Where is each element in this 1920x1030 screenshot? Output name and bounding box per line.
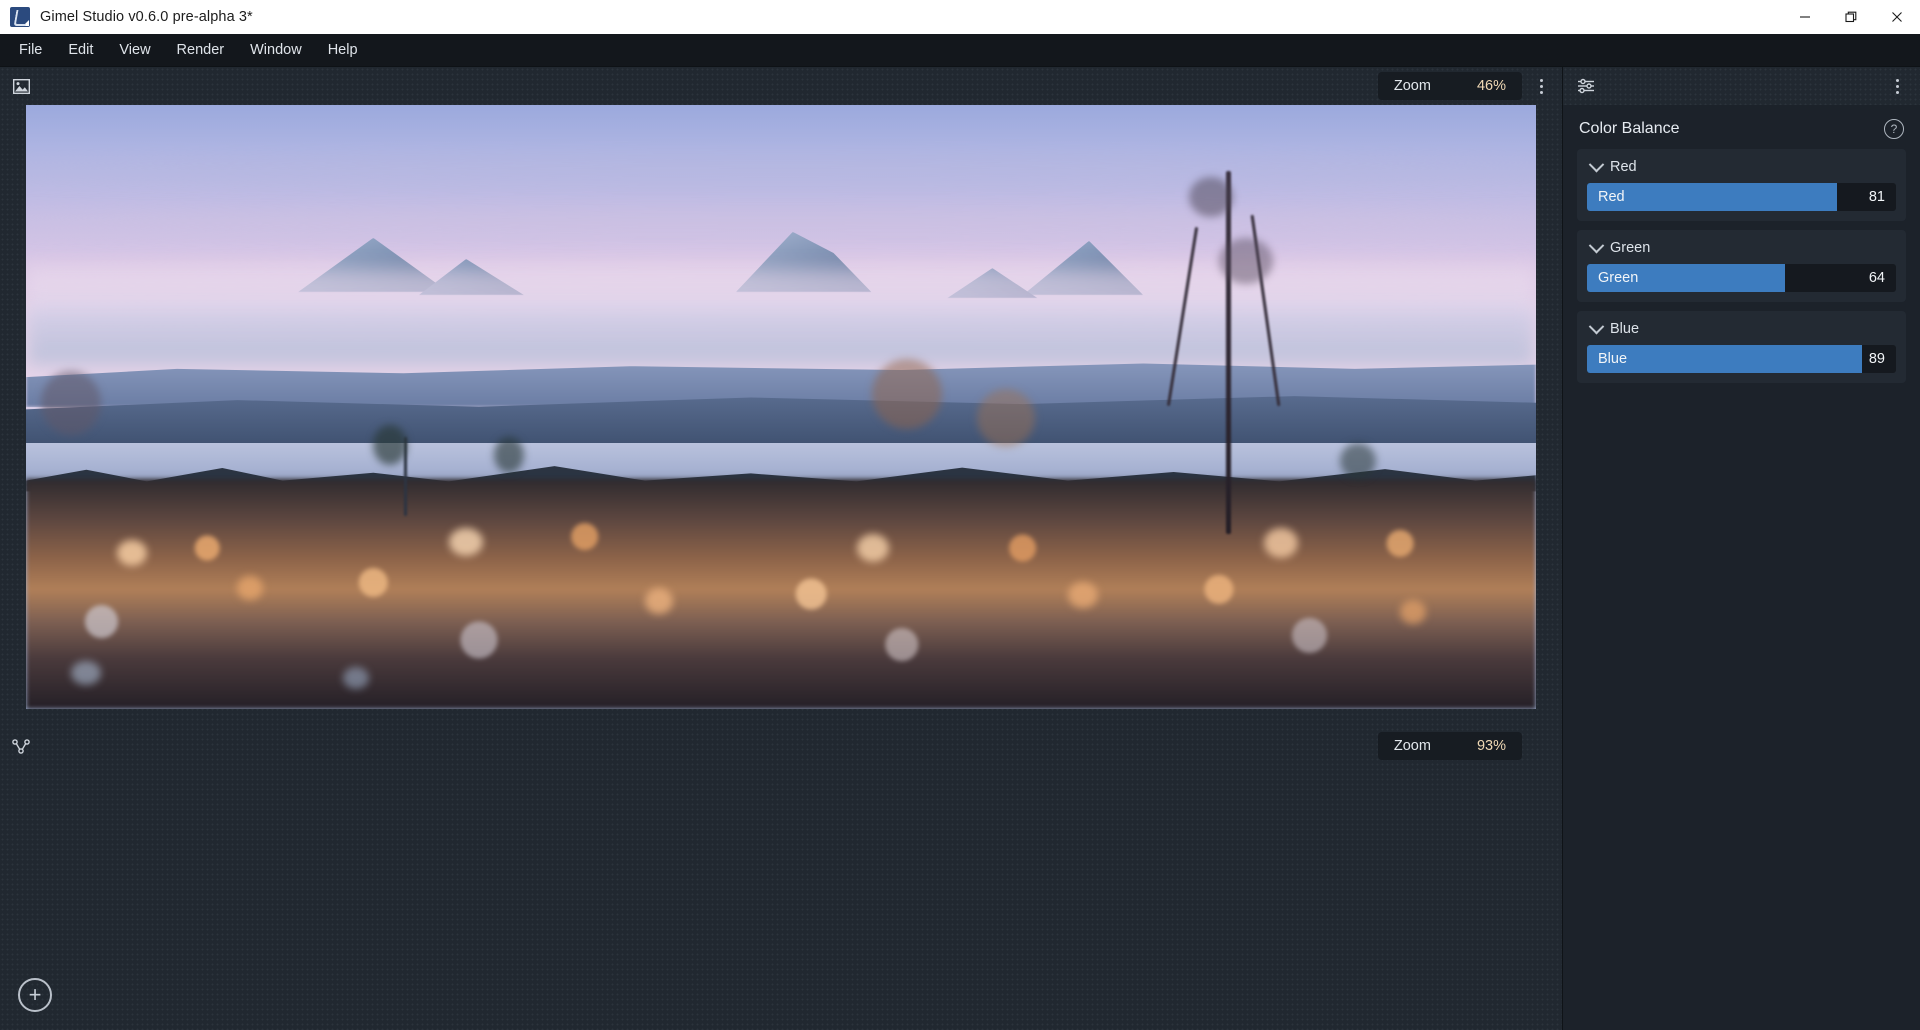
help-circle-icon[interactable]: ? (1884, 119, 1904, 139)
node-editor-panel: Zoom 93% Image (0, 727, 1562, 1030)
property-group-red-header[interactable]: Red (1587, 156, 1896, 183)
property-group-blue-header[interactable]: Blue (1587, 318, 1896, 345)
chevron-down-icon[interactable] (1588, 156, 1605, 172)
left-column: Zoom 46% Zoom 93% + (0, 67, 1562, 1030)
sliders-icon[interactable] (1573, 73, 1599, 99)
title-bar: Gimel Studio v0.6.0 pre-alpha 3* (0, 0, 1920, 34)
property-group-green-header[interactable]: Green (1587, 237, 1896, 264)
slider-red-label: Red (1598, 189, 1625, 205)
slider-blue-value: 89 (1868, 351, 1885, 367)
viewport-zoom-control[interactable]: Zoom 46% (1377, 72, 1522, 100)
chevron-down-icon[interactable] (1588, 237, 1605, 253)
slider-green-value: 64 (1868, 270, 1885, 286)
property-group-blue: Blue Blue 89 (1577, 311, 1906, 383)
main-body: Zoom 46% Zoom 93% + Color Balance ? Red … (0, 67, 1920, 1030)
slider-red[interactable]: Red 81 (1587, 183, 1896, 211)
maximize-button[interactable] (1828, 0, 1874, 34)
slider-green-label: Green (1598, 270, 1639, 286)
node-editor-zoom-value: 93% (1476, 738, 1506, 754)
property-group-red: Red Red 81 (1577, 149, 1906, 221)
slider-red-value: 81 (1868, 189, 1885, 205)
add-node-label: + (28, 982, 42, 1007)
slider-blue[interactable]: Blue 89 (1587, 345, 1896, 373)
node-editor-zoom-label: Zoom (1393, 738, 1431, 754)
menu-edit[interactable]: Edit (55, 37, 106, 63)
app-logo-icon (10, 7, 30, 27)
node-graph-icon[interactable] (8, 733, 34, 759)
close-button[interactable] (1874, 0, 1920, 34)
menu-window[interactable]: Window (237, 37, 315, 63)
properties-overflow-menu-icon[interactable] (1884, 71, 1910, 101)
viewport-zoom-value: 46% (1476, 78, 1506, 94)
properties-node-name: Color Balance (1579, 120, 1680, 137)
slider-blue-fill (1587, 345, 1862, 373)
slider-green[interactable]: Green 64 (1587, 264, 1896, 292)
node-editor-toolbar: Zoom 93% (0, 727, 1562, 765)
viewport-toolbar: Zoom 46% (0, 67, 1562, 105)
viewport-canvas[interactable] (0, 105, 1562, 727)
menu-view[interactable]: View (106, 37, 163, 63)
viewport-overflow-menu-icon[interactable] (1528, 71, 1554, 101)
properties-toolbar (1563, 67, 1920, 105)
add-node-button[interactable]: + (18, 978, 52, 1012)
minimize-button[interactable] (1782, 0, 1828, 34)
menu-render[interactable]: Render (164, 37, 238, 63)
rendered-image (26, 105, 1536, 709)
image-viewport-panel: Zoom 46% (0, 67, 1562, 727)
menu-bar: File Edit View Render Window Help (0, 34, 1920, 67)
node-connections (0, 765, 300, 915)
app-window: Gimel Studio v0.6.0 pre-alpha 3* File Ed… (0, 0, 1920, 1030)
node-graph-canvas[interactable]: Image Image (0, 765, 1562, 1030)
window-title: Gimel Studio v0.6.0 pre-alpha 3* (40, 9, 253, 25)
properties-header: Color Balance ? (1563, 105, 1920, 149)
property-group-green-label: Green (1610, 240, 1651, 256)
menu-file[interactable]: File (6, 37, 55, 63)
chevron-down-icon[interactable] (1588, 318, 1605, 334)
property-group-blue-label: Blue (1610, 321, 1640, 337)
property-group-green: Green Green 64 (1577, 230, 1906, 302)
slider-blue-label: Blue (1598, 351, 1628, 367)
node-editor-zoom-control[interactable]: Zoom 93% (1377, 732, 1522, 760)
menu-help[interactable]: Help (315, 37, 371, 63)
properties-panel: Color Balance ? Red Red 81 Green Green 6… (1562, 67, 1920, 1030)
image-icon[interactable] (8, 73, 34, 99)
viewport-zoom-label: Zoom (1393, 78, 1431, 94)
property-group-red-label: Red (1610, 159, 1637, 175)
